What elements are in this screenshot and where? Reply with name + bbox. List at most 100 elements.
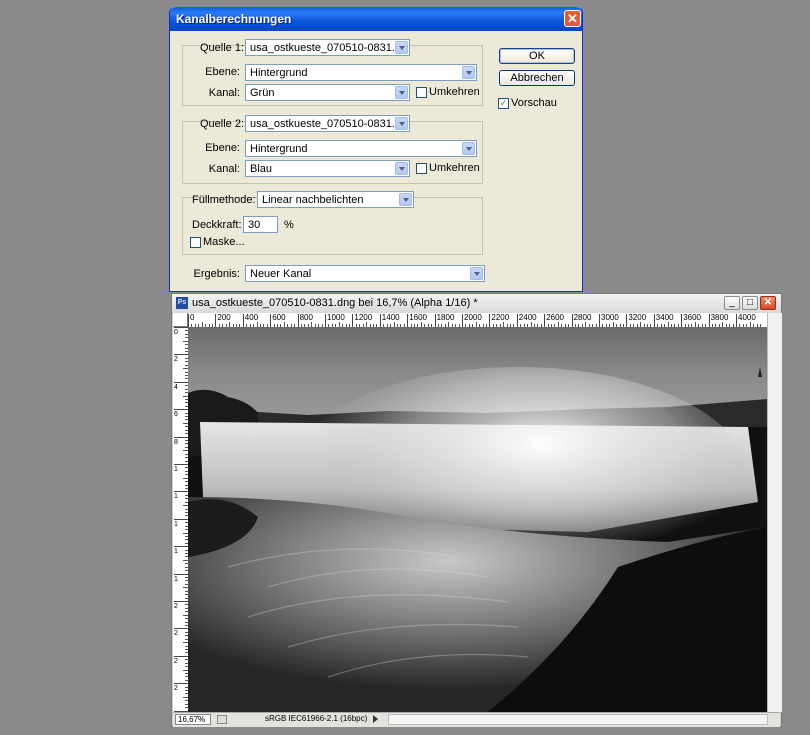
ruler-h-label: 2600 [546,313,564,322]
ruler-v-tick [174,491,188,493]
ruler-v-label: 2 [174,685,178,693]
document-info-icon[interactable] [217,715,227,724]
source1-channel-select[interactable]: Grün [245,84,410,101]
ruler-h-label: 1600 [409,313,427,322]
source2-layer-label: Ebene: [205,142,240,154]
ruler-v-label: 1 [174,575,178,583]
dialog-close-button[interactable]: ✕ [564,10,581,27]
ruler-h-tick [626,314,628,327]
document-title: usa_ostkueste_070510-0831.dng bei 16,7% … [192,297,478,309]
chevron-down-icon [470,267,483,280]
source2-channel-label: Kanal: [208,163,240,175]
ruler-h-tick [462,314,463,327]
blend-mode-value: Linear nachbelichten [262,194,364,206]
document-canvas[interactable] [188,327,767,712]
ruler-v-tick [174,518,188,520]
source2-invert-label: Umkehren [429,162,480,174]
ruler-h-tick [188,314,189,327]
result-value: Neuer Kanal [250,268,312,280]
ruler-h-label: 3000 [601,313,619,322]
ruler-v-tick [174,628,188,630]
ruler-v-label: 2 [174,630,178,638]
ruler-h-label: 0 [190,313,195,322]
source2-channel-value: Blau [250,163,273,175]
ruler-v-label: 1 [174,466,178,473]
status-menu-arrow-icon[interactable] [373,715,378,723]
source2-value: usa_ostkueste_070510-0831... [250,118,402,130]
source1-label: Quelle 1: [200,42,245,54]
photoshop-icon: Ps [176,297,188,309]
close-button[interactable]: ✕ [760,296,776,310]
source1-channel-label: Kanal: [208,87,240,99]
ruler-v-tick [174,436,188,438]
ruler-h-label: 800 [299,313,313,322]
horizontal-ruler[interactable]: 0 200 400 600 800 1000 1200 1400 1600 1800 2000 220… [188,313,767,328]
mask-checkbox[interactable] [190,237,201,248]
ruler-corner[interactable] [173,313,188,327]
ruler-h-tick [736,314,737,327]
dialog-title: Kanalberechnungen [176,12,292,26]
minimize-button[interactable]: _ [724,296,740,310]
ruler-h-label: 2200 [491,313,510,322]
ruler-h-label: 600 [272,313,286,322]
document-window: Ps usa_ostkueste_070510-0831.dng bei 16,… [171,293,782,727]
chevron-down-icon [395,86,408,99]
ruler-v-tick [174,354,188,356]
ruler-h-label: 4000 [738,313,756,322]
blend-mode-select[interactable]: Linear nachbelichten [257,191,414,208]
ruler-h-tick [708,314,710,327]
ruler-v-label: 2 [174,356,178,364]
mask-label: Maske... [203,236,245,248]
ruler-v-label: 0 [174,329,178,336]
ruler-v-label: 1 [174,548,178,556]
chevron-down-icon [395,117,408,130]
ruler-h-label: 1000 [327,313,345,322]
preview-checkbox[interactable]: ✓ [498,98,509,109]
vertical-scrollbar[interactable] [767,313,782,712]
result-label: Ergebnis: [193,268,240,280]
ok-button[interactable]: OK [499,48,575,64]
ruler-h-label: 1800 [436,313,455,322]
source2-select[interactable]: usa_ostkueste_070510-0831... [245,115,410,132]
ruler-v-label: 1 [174,520,178,528]
source2-layer-value: Hintergrund [250,143,308,155]
source1-layer-select[interactable]: Hintergrund [245,64,477,81]
ruler-h-tick [215,314,217,327]
ruler-h-label: 3400 [655,313,674,322]
opacity-input[interactable]: 30 [243,216,278,233]
ruler-h-label: 200 [217,313,231,322]
ruler-h-tick [599,314,600,327]
ruler-v-tick [174,546,188,548]
source2-layer-select[interactable]: Hintergrund [245,140,477,157]
ruler-v-tick [174,601,188,602]
ruler-h-label: 3600 [683,313,701,322]
vertical-ruler[interactable]: 024681111122222 [173,327,189,712]
source1-channel-value: Grün [250,87,275,99]
ruler-h-label: 2400 [518,313,537,322]
source1-select[interactable]: usa_ostkueste_070510-0831... [245,39,410,56]
ruler-h-tick [407,314,409,327]
cancel-button[interactable]: Abbrechen [499,70,575,86]
ruler-h-tick [516,314,518,327]
source1-invert-checkbox[interactable] [416,87,427,98]
ruler-h-tick [270,314,272,327]
status-bar: 16,67% sRGB IEC61966-2.1 (16bpc) [173,712,780,727]
preview-label: Vorschau [511,97,557,109]
niagara-falls-photo [188,327,767,712]
blend-mode-label: Füllmethode: [192,194,256,206]
chevron-down-icon [462,66,475,79]
zoom-field[interactable]: 16,67% [175,714,211,725]
ruler-h-tick [325,314,326,327]
maximize-button[interactable]: □ [742,296,758,310]
source2-label: Quelle 2: [200,118,245,130]
document-title-bar[interactable]: Ps usa_ostkueste_070510-0831.dng bei 16,… [172,294,781,314]
source2-invert-checkbox[interactable] [416,163,427,174]
source2-channel-select[interactable]: Blau [245,160,410,177]
result-select[interactable]: Neuer Kanal [245,265,485,282]
ruler-v-tick [174,327,188,328]
horizontal-scrollbar[interactable] [388,714,768,725]
ruler-h-tick [242,314,244,327]
opacity-value: 30 [248,219,261,231]
dialog-title-bar[interactable]: Kanalberechnungen ✕ [170,7,582,31]
ruler-h-label: 2000 [464,313,482,322]
